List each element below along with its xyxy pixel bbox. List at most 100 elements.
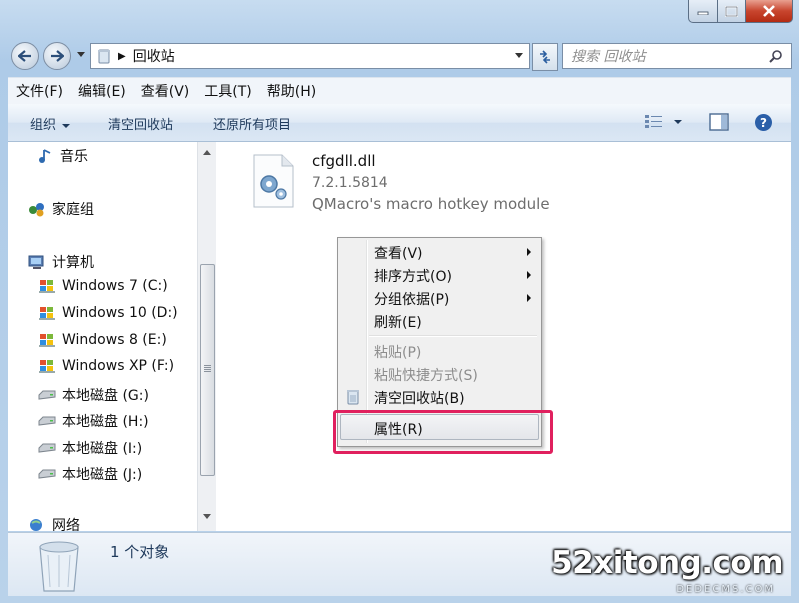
forward-arrow-icon [51, 50, 64, 62]
menu-item-paste[interactable]: 粘贴(P) [374, 342, 421, 362]
hard-drive-icon [38, 387, 56, 403]
refresh-icon [540, 50, 550, 64]
search-icon[interactable] [769, 49, 783, 63]
back-button[interactable] [11, 42, 39, 70]
forward-button[interactable] [43, 42, 71, 70]
site-watermark: 52xitong.com [551, 545, 783, 581]
nav-label: 本地磁盘 (H:) [62, 414, 149, 430]
file-item-cfgdll[interactable] [252, 154, 294, 208]
nav-item-drive-c[interactable]: Windows 7 (C:) [38, 278, 168, 294]
nav-label: 音乐 [60, 149, 88, 165]
menu-tools[interactable]: 工具(T) [204, 81, 251, 101]
breadcrumb-recycle-bin[interactable]: 回收站 [133, 46, 175, 66]
nav-label: Windows 10 (D:) [62, 305, 178, 321]
submenu-arrow-icon [527, 294, 531, 302]
scroll-up-icon[interactable] [203, 150, 211, 155]
menu-file[interactable]: 文件(F) [16, 81, 63, 101]
nav-label: 本地磁盘 (G:) [62, 388, 149, 404]
nav-item-drive-h[interactable]: 本地磁盘 (H:) [38, 411, 149, 431]
nav-label: 本地磁盘 (J:) [62, 467, 143, 483]
command-bar: 组织 清空回收站 还原所有项目 ? [8, 104, 791, 142]
nav-item-computer[interactable]: 计算机 [28, 252, 94, 272]
menu-item-group-by[interactable]: 分组依据(P) [374, 289, 449, 309]
view-options-dropdown-icon[interactable] [674, 120, 682, 124]
scroll-down-icon[interactable] [203, 514, 211, 519]
empty-recycle-bin-button[interactable]: 清空回收站 [108, 114, 173, 133]
recycle-bin-large-icon [39, 541, 79, 592]
hard-drive-icon [38, 440, 56, 456]
close-button[interactable] [746, 0, 793, 23]
file-description: QMacro's macro hotkey module [312, 195, 550, 213]
scroll-grip-icon [204, 365, 211, 366]
item-count: 1 个对象 [110, 543, 170, 561]
dll-file-icon [253, 154, 294, 208]
menu-item-paste-shortcut[interactable]: 粘贴快捷方式(S) [374, 365, 478, 385]
caption-buttons [688, 0, 793, 26]
windows-logo-icon [38, 305, 56, 321]
hard-drive-icon [38, 413, 56, 429]
recent-pages-dropdown[interactable] [77, 52, 85, 57]
breadcrumb-chevron-icon[interactable]: ▶ [118, 51, 126, 62]
search-input[interactable]: 搜索 回收站 [571, 46, 769, 66]
hard-drive-icon [38, 466, 56, 482]
svg-text:?: ? [760, 116, 767, 130]
restore-all-button[interactable]: 还原所有项目 [213, 114, 291, 133]
scroll-thumb[interactable] [200, 264, 215, 476]
nav-item-drive-i[interactable]: 本地磁盘 (I:) [38, 438, 142, 458]
nav-label: 家庭组 [52, 202, 94, 218]
nav-label: 网络 [52, 518, 80, 531]
help-icon[interactable]: ? [754, 113, 773, 132]
computer-icon [28, 254, 46, 270]
menu-separator [369, 335, 537, 337]
minimize-button[interactable] [688, 0, 718, 23]
nav-item-drive-d[interactable]: Windows 10 (D:) [38, 305, 178, 321]
address-bar[interactable]: ▶ 回收站 [90, 43, 530, 69]
minimize-icon [697, 11, 709, 15]
nav-item-drive-e[interactable]: Windows 8 (E:) [38, 332, 167, 348]
menu-bar: 文件(F) 编辑(E) 查看(V) 工具(T) 帮助(H) [8, 77, 791, 104]
file-version: 7.2.1.5814 [312, 175, 388, 191]
explorer-window: ▶ 回收站 搜索 回收站 文件(F) 编辑(E) 查看(V) 工具(T) 帮助(… [0, 0, 799, 603]
nav-item-music[interactable]: 音乐 [36, 146, 88, 166]
view-options-icon[interactable] [644, 113, 664, 131]
nav-item-drive-j[interactable]: 本地磁盘 (J:) [38, 464, 142, 484]
navigation-pane: 音乐 家庭组 计算机 Windows 7 (C:) Windows 10 (D:… [8, 142, 197, 531]
nav-item-drive-f[interactable]: Windows XP (F:) [38, 358, 174, 374]
maximize-icon [725, 5, 738, 17]
menu-item-empty-recycle-bin[interactable]: 清空回收站(B) [374, 388, 465, 408]
windows-logo-icon [38, 332, 56, 348]
recycle-bin-icon [347, 390, 359, 405]
annotation-highlight-box [333, 410, 553, 454]
nav-label: 计算机 [52, 255, 94, 271]
preview-pane-icon[interactable] [709, 113, 729, 131]
close-icon [763, 5, 775, 17]
menu-help[interactable]: 帮助(H) [267, 81, 316, 101]
submenu-arrow-icon [527, 271, 531, 279]
maximize-button[interactable] [718, 0, 746, 23]
organize-dropdown-icon [62, 123, 71, 128]
music-icon [36, 148, 54, 164]
menu-item-view[interactable]: 查看(V) [374, 243, 423, 263]
windows-logo-icon [38, 358, 56, 374]
nav-label: 本地磁盘 (I:) [62, 441, 143, 457]
menu-item-sort-by[interactable]: 排序方式(O) [374, 266, 452, 286]
nav-item-drive-g[interactable]: 本地磁盘 (G:) [38, 385, 149, 405]
nav-label: Windows 7 (C:) [62, 278, 168, 294]
site-watermark-sub: DEDECMS.COM [676, 584, 775, 595]
nav-label: Windows XP (F:) [62, 358, 175, 374]
file-name[interactable]: cfgdll.dll [312, 152, 376, 170]
nav-label: Windows 8 (E:) [62, 332, 167, 348]
search-box[interactable]: 搜索 回收站 [562, 43, 792, 69]
menu-item-refresh[interactable]: 刷新(E) [374, 312, 422, 332]
submenu-arrow-icon [527, 248, 531, 256]
organize-button[interactable]: 组织 [30, 114, 71, 133]
network-icon [28, 517, 46, 531]
nav-item-network[interactable]: 网络 [28, 515, 80, 531]
address-dropdown-icon[interactable] [515, 53, 523, 58]
organize-label: 组织 [30, 118, 57, 133]
navigation-scrollbar[interactable] [197, 142, 216, 531]
menu-view[interactable]: 查看(V) [141, 81, 190, 101]
nav-item-homegroup[interactable]: 家庭组 [28, 199, 94, 219]
menu-edit[interactable]: 编辑(E) [78, 81, 126, 101]
refresh-button[interactable] [532, 43, 558, 71]
